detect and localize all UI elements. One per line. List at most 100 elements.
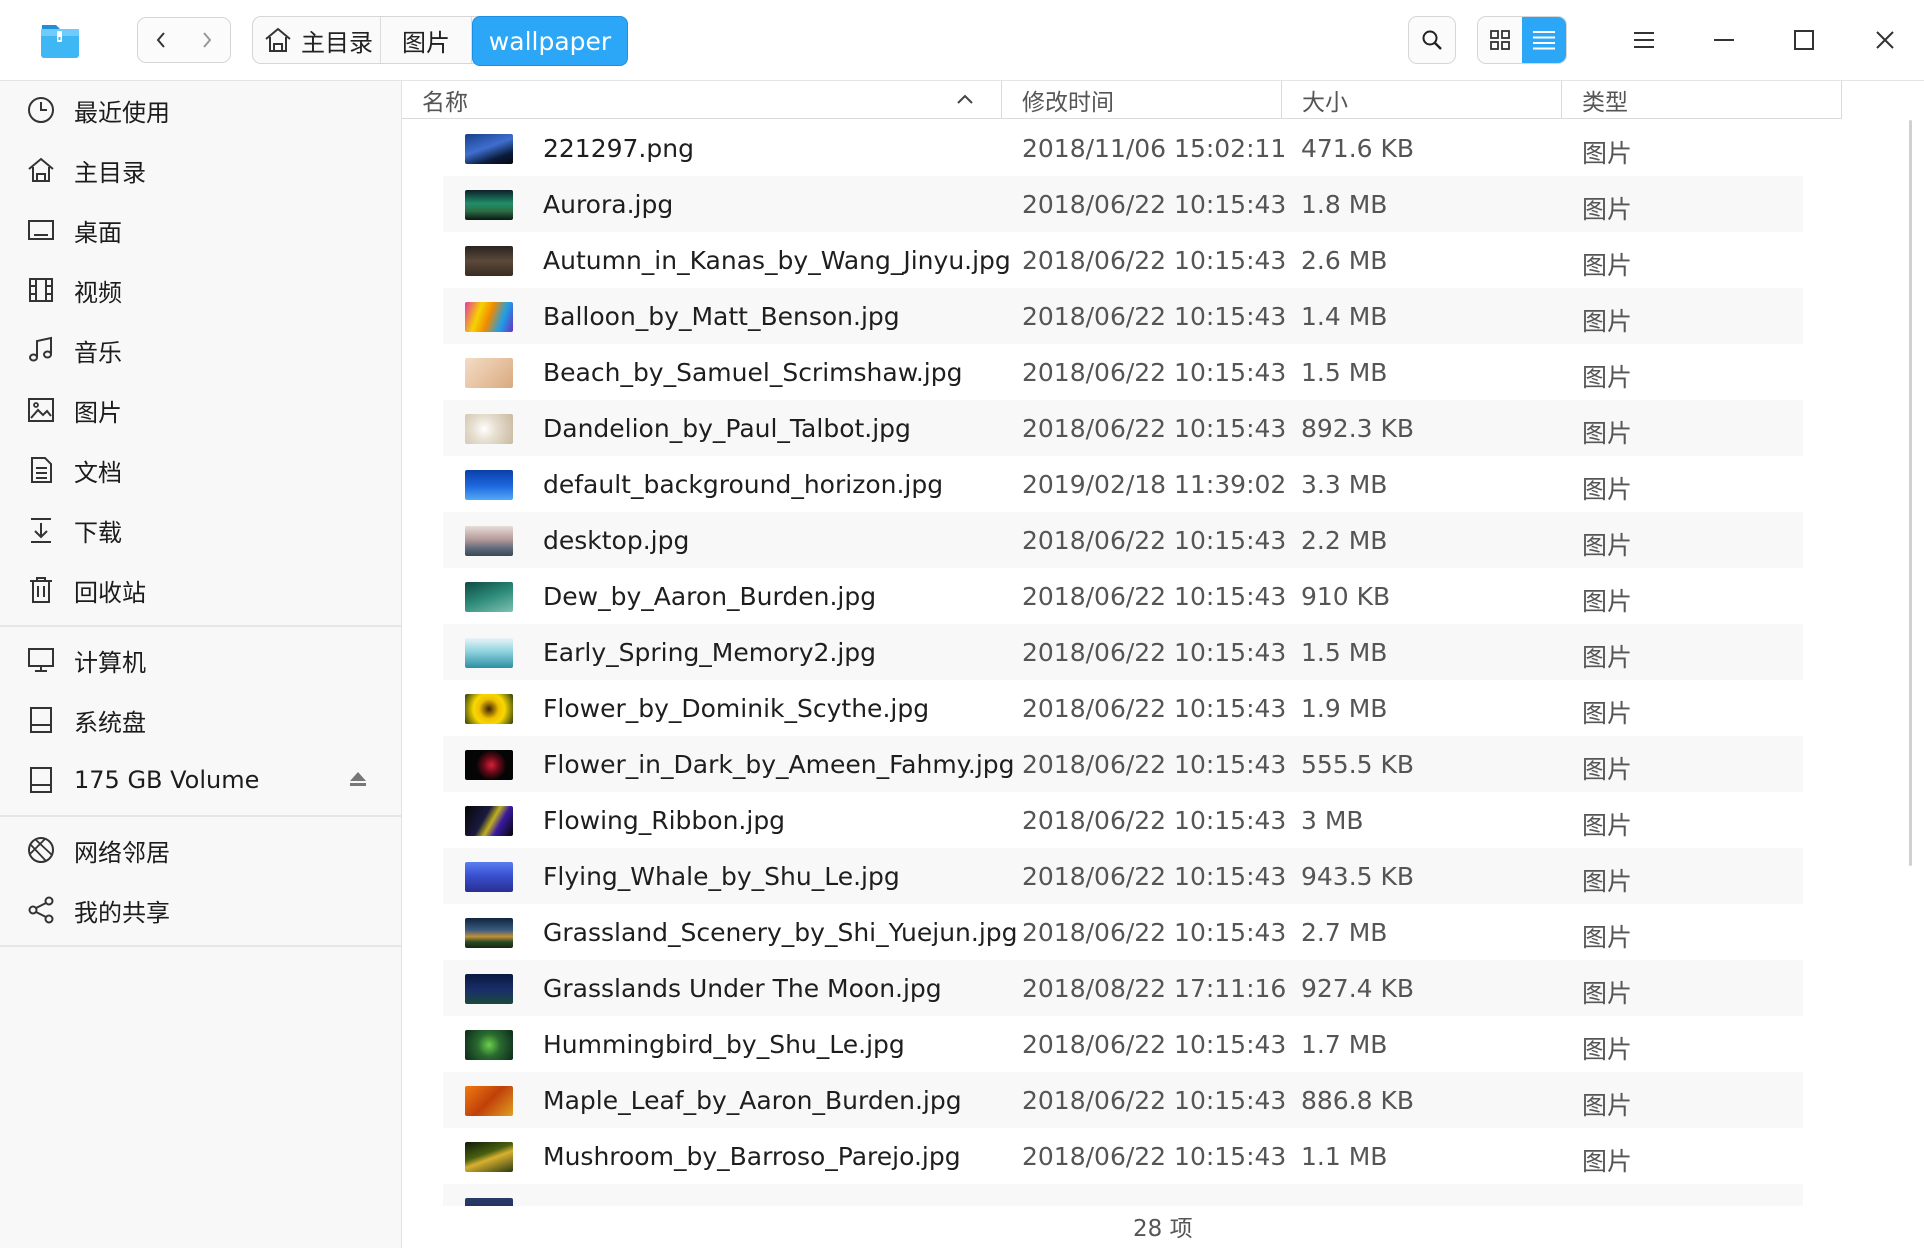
sidebar-divider <box>0 625 401 627</box>
file-type: 图片 <box>1582 1091 1633 1120</box>
sidebar-item-network[interactable]: 网络邻居 <box>0 822 401 878</box>
list-icon <box>1533 31 1555 50</box>
sidebar-item-videos[interactable]: 视频 <box>0 262 401 318</box>
drive-icon <box>30 767 52 793</box>
file-row[interactable]: Grasslands Under The Moon.jpg 2018/08/22 … <box>443 960 1803 1016</box>
column-header-size[interactable]: 大小 <box>1282 81 1562 119</box>
file-thumbnail <box>465 918 513 948</box>
maximize-button[interactable] <box>1780 16 1828 64</box>
file-thumbnail <box>465 414 513 444</box>
column-header-type[interactable]: 类型 <box>1562 81 1842 119</box>
file-size: 886.8 KB <box>1301 1086 1415 1115</box>
file-row[interactable]: Flower_in_Dark_by_Ameen_Fahmy.jpg 2018/06… <box>443 736 1803 792</box>
file-type: 图片 <box>1582 1035 1633 1064</box>
file-size: 555.5 KB <box>1301 750 1415 779</box>
sidebar-item-computer[interactable]: 计算机 <box>0 632 401 688</box>
column-header-label: 名称 <box>422 89 468 116</box>
minimize-button[interactable] <box>1700 16 1748 64</box>
file-row[interactable]: desktop.jpg 2018/06/22 10:15:43 2.2 MB 图片 <box>443 512 1803 568</box>
breadcrumb: 主目录 图片 wallpaper <box>252 16 628 66</box>
file-row[interactable]: Mushroom_by_Barroso_Parejo.jpg 2018/06/22… <box>443 1128 1803 1184</box>
file-size: 1.5 MB <box>1301 358 1388 387</box>
close-button[interactable] <box>1861 16 1909 64</box>
home-icon <box>28 157 54 182</box>
sidebar-item-recent[interactable]: 最近使用 <box>0 82 401 138</box>
hamburger-menu-icon <box>1634 32 1654 48</box>
sidebar-item-trash[interactable]: 回收站 <box>0 562 401 618</box>
file-size: 910 KB <box>1301 582 1391 611</box>
vertical-scrollbar[interactable] <box>1909 120 1912 866</box>
file-thumbnail <box>465 974 513 1004</box>
file-row[interactable]: default_background_horizon.jpg 2019/02/18… <box>443 456 1803 512</box>
sidebar: 最近使用 主目录 桌面 视频 音乐 图片 文档 下载 回收站 计算机 系统盘 1… <box>0 81 402 1248</box>
file-type: 图片 <box>1582 307 1633 336</box>
history-nav <box>137 17 231 63</box>
breadcrumb-home[interactable]: 主目录 <box>253 17 381 63</box>
file-row[interactable]: Flowing_Ribbon.jpg 2018/06/22 10:15:43 3 M… <box>443 792 1803 848</box>
sidebar-item-volume[interactable]: 175 GB Volume <box>0 752 401 808</box>
file-row[interactable]: Dew_by_Aaron_Burden.jpg 2018/06/22 10:15:… <box>443 568 1803 624</box>
column-header-name[interactable]: 名称 <box>402 81 1002 119</box>
sidebar-item-documents[interactable]: 文档 <box>0 442 401 498</box>
breadcrumb-pictures[interactable]: 图片 <box>381 17 472 63</box>
back-button[interactable] <box>138 18 184 62</box>
file-thumbnail <box>465 526 513 556</box>
icon-view-button[interactable] <box>1478 17 1522 63</box>
file-modified: 2019/02/18 11:39:02 <box>1022 470 1287 499</box>
file-size: 927.4 KB <box>1301 974 1415 1003</box>
file-name: Grasslands Under The Moon.jpg <box>543 974 942 1003</box>
file-row[interactable]: Autumn_in_Kanas_by_Wang_Jinyu.jpg 2018/06… <box>443 232 1803 288</box>
file-row[interactable]: Flower_by_Dominik_Scythe.jpg 2018/06/22 1… <box>443 680 1803 736</box>
file-name: Dew_by_Aaron_Burden.jpg <box>543 582 877 611</box>
column-header-modified[interactable]: 修改时间 <box>1002 81 1282 119</box>
file-row[interactable]: Beach_by_Samuel_Scrimshaw.jpg 2018/06/22 … <box>443 344 1803 400</box>
file-row[interactable]: Early_Spring_Memory2.jpg 2018/06/22 10:15… <box>443 624 1803 680</box>
file-type: 图片 <box>1582 811 1633 840</box>
file-row[interactable]: Flying_Whale_by_Shu_Le.jpg 2018/06/22 10:… <box>443 848 1803 904</box>
eject-icon[interactable] <box>349 771 367 787</box>
file-row[interactable]: Grassland_Scenery_by_Shi_Yuejun.jpg 2018/… <box>443 904 1803 960</box>
sidebar-item-label: 回收站 <box>74 578 146 607</box>
sidebar-item-label: 音乐 <box>74 338 122 367</box>
drive-icon <box>30 707 52 733</box>
sidebar-item-music[interactable]: 音乐 <box>0 322 401 378</box>
file-type: 图片 <box>1582 475 1633 504</box>
file-name: Aurora.jpg <box>543 190 674 219</box>
view-mode-toggle <box>1477 16 1567 64</box>
column-header-label: 修改时间 <box>1022 89 1114 116</box>
file-row[interactable] <box>443 1184 1803 1206</box>
breadcrumb-wallpaper[interactable]: wallpaper <box>472 16 628 66</box>
sidebar-item-home[interactable]: 主目录 <box>0 142 401 198</box>
maximize-icon <box>1794 30 1814 50</box>
file-row[interactable]: Balloon_by_Matt_Benson.jpg 2018/06/22 10:… <box>443 288 1803 344</box>
file-type: 图片 <box>1582 867 1633 896</box>
file-size: 2.2 MB <box>1301 526 1388 555</box>
main-menu-button[interactable] <box>1620 16 1668 64</box>
file-row[interactable]: Maple_Leaf_by_Aaron_Burden.jpg 2018/06/22… <box>443 1072 1803 1128</box>
file-list: 221297.png 2018/11/06 15:02:11 471.6 KB 图片 A… <box>443 120 1803 1206</box>
file-thumbnail <box>465 358 513 388</box>
list-view-button[interactable] <box>1522 17 1566 63</box>
search-button[interactable] <box>1408 16 1456 64</box>
file-row[interactable]: Hummingbird_by_Shu_Le.jpg 2018/06/22 10:1… <box>443 1016 1803 1072</box>
file-thumbnail <box>465 1030 513 1060</box>
file-size: 471.6 KB <box>1301 134 1415 163</box>
file-row[interactable]: Aurora.jpg 2018/06/22 10:15:43 1.8 MB 图片 <box>443 176 1803 232</box>
sidebar-item-downloads[interactable]: 下载 <box>0 502 401 558</box>
file-row[interactable]: Dandelion_by_Paul_Talbot.jpg 2018/06/22 1… <box>443 400 1803 456</box>
file-row[interactable]: 221297.png 2018/11/06 15:02:11 471.6 KB 图片 <box>443 120 1803 176</box>
sidebar-item-shares[interactable]: 我的共享 <box>0 882 401 938</box>
sidebar-item-system-disk[interactable]: 系统盘 <box>0 692 401 748</box>
file-thumbnail <box>465 582 513 612</box>
search-icon <box>1422 30 1442 50</box>
sidebar-item-label: 175 GB Volume <box>74 766 260 794</box>
sidebar-item-pictures[interactable]: 图片 <box>0 382 401 438</box>
forward-button[interactable] <box>184 18 230 62</box>
sidebar-item-desktop[interactable]: 桌面 <box>0 202 401 258</box>
file-modified: 2018/08/22 17:11:16 <box>1022 974 1287 1003</box>
grid-icon <box>1490 30 1510 50</box>
file-name: desktop.jpg <box>543 526 690 555</box>
music-note-icon <box>29 336 52 362</box>
file-size: 3 MB <box>1301 806 1364 835</box>
file-size: 1.9 MB <box>1301 694 1388 723</box>
